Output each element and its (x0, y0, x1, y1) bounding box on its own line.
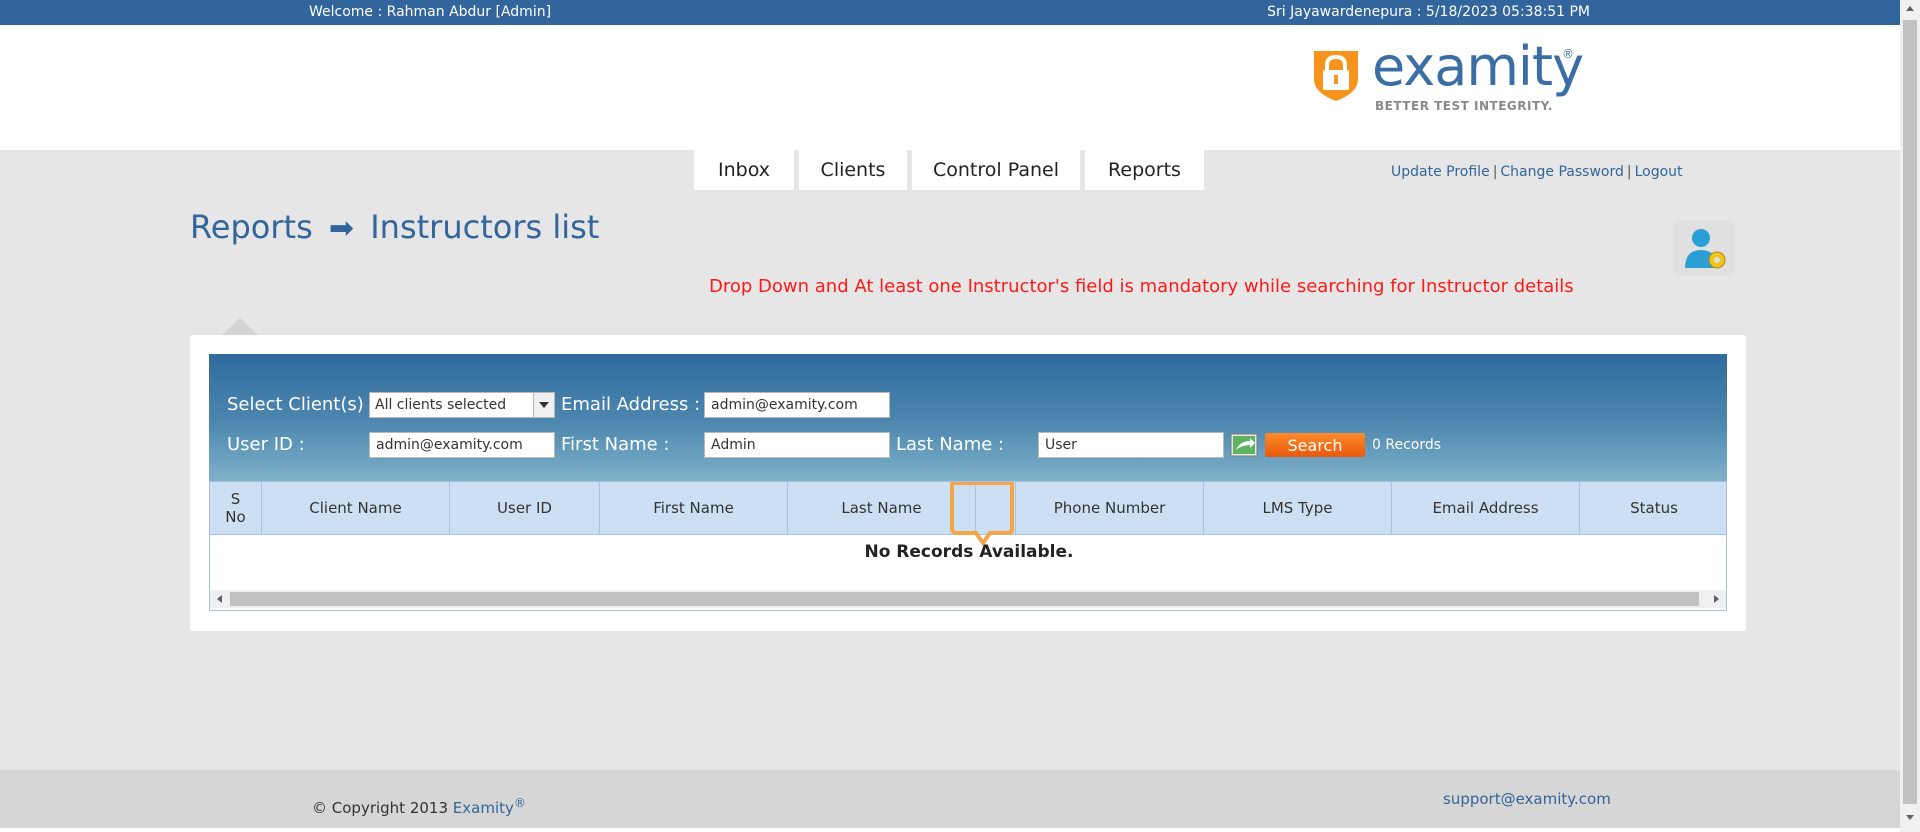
update-profile-link[interactable]: Update Profile (1391, 164, 1490, 180)
first-name-input[interactable] (704, 432, 890, 458)
page-scrollbar-thumb[interactable] (1903, 20, 1917, 804)
link-separator: | (1492, 164, 1498, 180)
breadcrumb-reports[interactable]: Reports (190, 208, 313, 246)
footer-brand-link[interactable]: Examity (453, 799, 514, 817)
user-links: Update Profile | Change Password | Logout (1391, 164, 1683, 180)
logo-tagline: BETTER TEST INTEGRITY. (1375, 99, 1553, 113)
link-separator: | (1626, 164, 1632, 180)
col-s-no-label: S No (225, 490, 246, 526)
header: examity ® BETTER TEST INTEGRITY. (0, 25, 1900, 150)
email-address-input[interactable] (704, 392, 890, 418)
user-id-input[interactable] (369, 432, 555, 458)
scroll-left-icon[interactable] (217, 595, 222, 603)
col-first-name-label: First Name (653, 499, 734, 517)
scroll-right-icon[interactable] (1714, 595, 1719, 603)
col-lms-type[interactable]: LMS Type (1204, 482, 1392, 534)
nav-tab-inbox[interactable]: Inbox (694, 150, 794, 190)
page-vertical-scrollbar[interactable] (1900, 0, 1920, 832)
logo-registered-mark: ® (1562, 47, 1574, 61)
col-status[interactable]: Status (1580, 482, 1726, 534)
user-id-label: User ID : (227, 434, 305, 455)
col-email-address-label: Email Address (1432, 499, 1539, 517)
client-select-dropdown[interactable]: All clients selected (369, 392, 555, 418)
col-phone-number-label: Phone Number (1053, 499, 1166, 517)
examity-logo[interactable]: examity ® BETTER TEST INTEGRITY. (1310, 35, 1590, 125)
copyright-label: © Copyright 2013 (312, 799, 449, 817)
export-excel-icon[interactable] (1230, 432, 1258, 458)
nav-tab-control-panel[interactable]: Control Panel (912, 150, 1080, 190)
col-email-address[interactable]: Email Address (1392, 482, 1580, 534)
col-phone-number[interactable]: Phone Number (1016, 482, 1204, 534)
search-button[interactable]: Search (1265, 433, 1365, 457)
panel-pointer (222, 318, 258, 335)
user-settings-icon (1685, 229, 1726, 269)
records-count: 0 Records (1372, 437, 1442, 453)
nav-tab-reports[interactable]: Reports (1085, 150, 1204, 190)
footer: © Copyright 2013 Examity® support@examit… (0, 770, 1900, 828)
scroll-up-icon[interactable] (1906, 6, 1914, 11)
last-name-label: Last Name : (896, 434, 1005, 455)
main-content: Inbox Clients Control Panel Reports Upda… (0, 150, 1900, 770)
col-lms-type-label: LMS Type (1262, 499, 1333, 517)
col-client-name-label: Client Name (309, 499, 402, 517)
lock-shield-icon (1314, 51, 1358, 101)
col-last-name-label: Last Name (841, 499, 922, 517)
col-first-name[interactable]: First Name (600, 482, 788, 534)
nav-tab-clients[interactable]: Clients (799, 150, 907, 190)
scrollbar-thumb[interactable] (230, 592, 1699, 606)
first-name-label: First Name : (561, 434, 670, 455)
datetime-text: Sri Jayawardenepura : 5/18/2023 05:38:51… (1267, 4, 1590, 20)
last-name-input[interactable] (1038, 432, 1224, 458)
logout-link[interactable]: Logout (1635, 164, 1683, 180)
instructor-settings-button[interactable] (1673, 220, 1735, 276)
change-password-link[interactable]: Change Password (1500, 164, 1623, 180)
mandatory-field-warning: Drop Down and At least one Instructor's … (709, 276, 1574, 297)
col-user-id[interactable]: User ID (450, 482, 600, 534)
page-title: Reports ➡ Instructors list (190, 208, 599, 246)
col-user-id-label: User ID (497, 499, 552, 517)
search-card: Select Client(s) : All clients selected … (190, 335, 1746, 631)
select-clients-label: Select Client(s) : (227, 394, 376, 415)
chevron-down-icon[interactable] (533, 393, 554, 417)
support-email-link[interactable]: support@examity.com (1443, 790, 1611, 808)
page-title-text: Instructors list (370, 208, 600, 246)
logo-brand-text: examity (1372, 35, 1584, 98)
table-horizontal-scrollbar[interactable] (210, 590, 1726, 608)
col-status-label: Status (1630, 499, 1678, 517)
instructors-table: S No Client Name User ID First Name Last… (209, 481, 1727, 611)
footer-registered-mark: ® (513, 796, 526, 810)
top-bar: Welcome : Rahman Abdur [Admin] Sri Jayaw… (0, 0, 1900, 25)
scroll-down-icon[interactable] (1906, 815, 1914, 820)
search-panel: Select Client(s) : All clients selected … (209, 354, 1727, 481)
welcome-text: Welcome : Rahman Abdur [Admin] (309, 4, 552, 20)
breadcrumb-arrow-icon: ➡ (328, 211, 355, 246)
email-address-label: Email Address : (561, 394, 701, 415)
copyright-text: © Copyright 2013 Examity® (312, 796, 526, 817)
no-records-message: No Records Available. (864, 542, 1074, 562)
col-s-no: S No (210, 482, 262, 534)
col-client-name[interactable]: Client Name (262, 482, 450, 534)
client-select-value: All clients selected (375, 397, 507, 413)
